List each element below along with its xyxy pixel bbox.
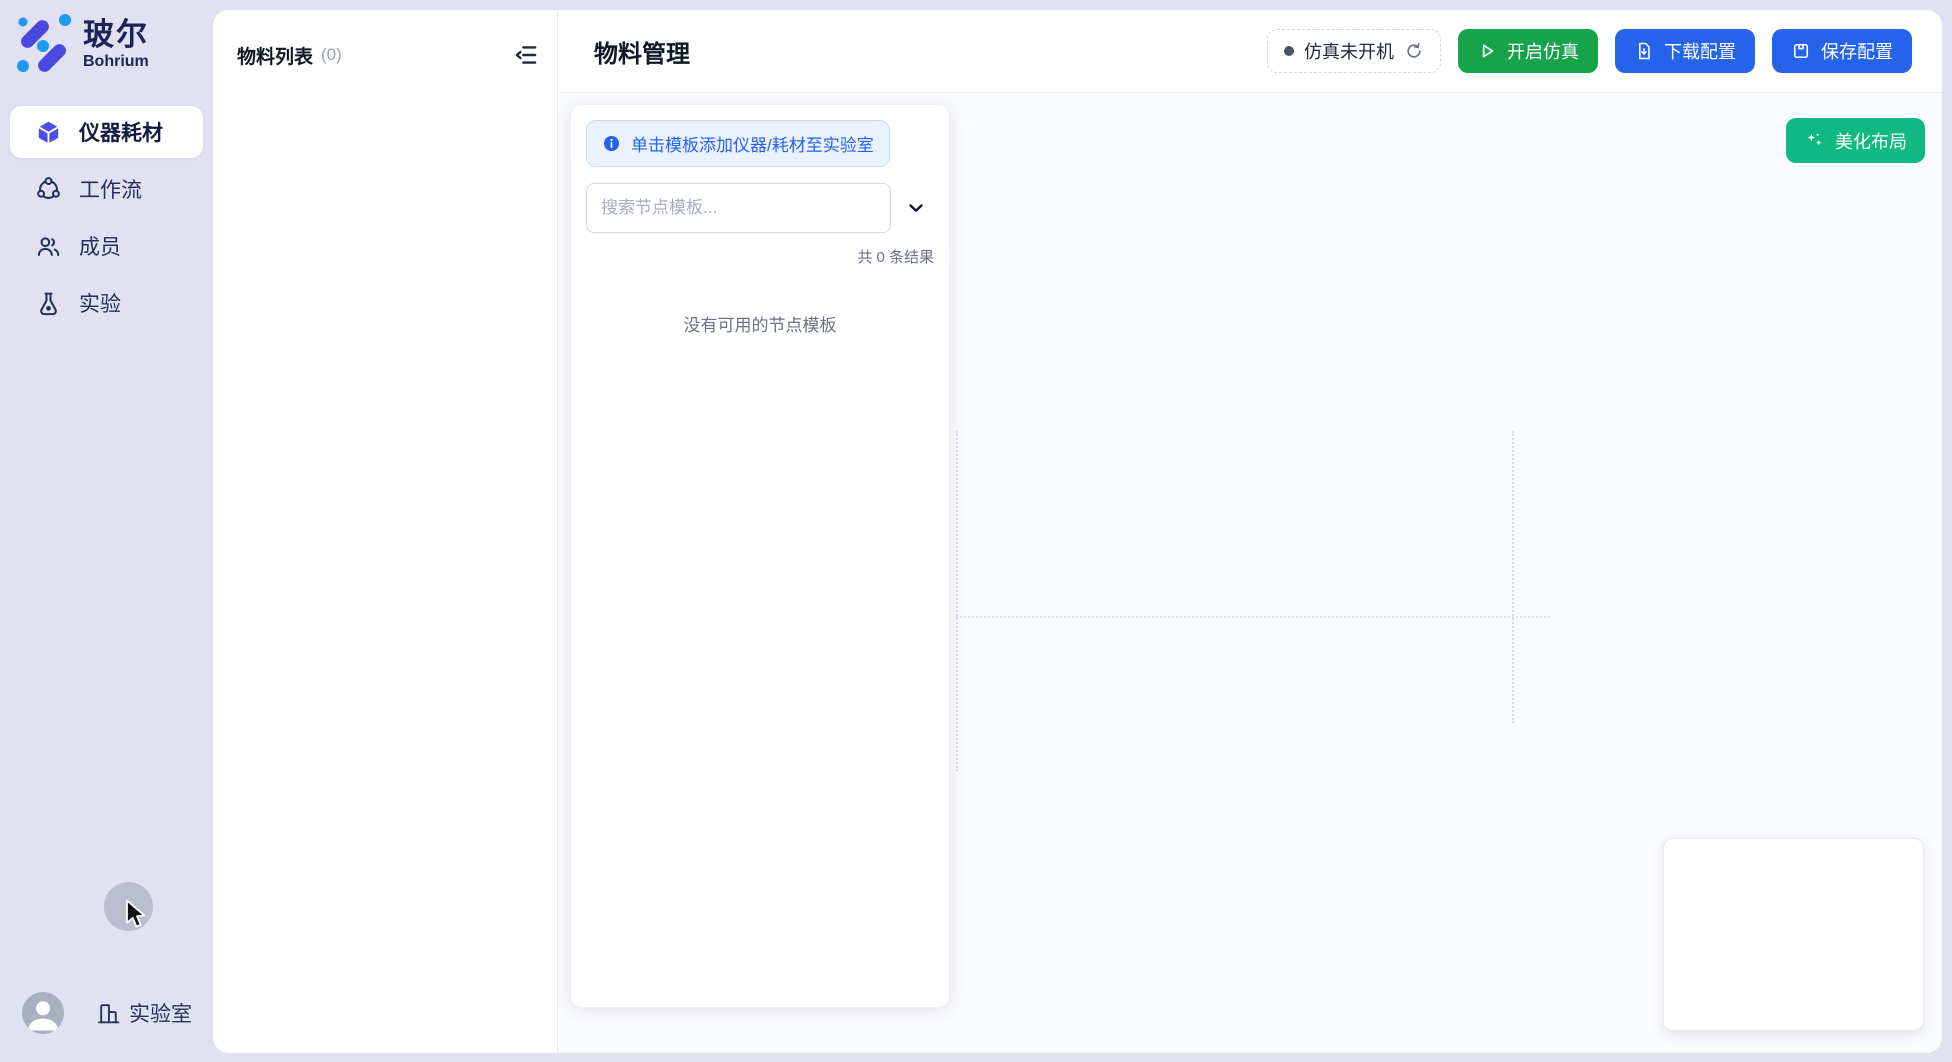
expand-filters-button[interactable] bbox=[901, 193, 931, 223]
experiment-icon bbox=[35, 290, 62, 317]
simulation-status-pill: 仿真未开机 bbox=[1267, 29, 1441, 73]
start-simulation-button[interactable]: 开启仿真 bbox=[1458, 29, 1598, 73]
main-area: 物料管理 仿真未开机 bbox=[558, 10, 1942, 1053]
page-title: 物料管理 bbox=[594, 34, 690, 69]
sidebar-item-workflow[interactable]: 工作流 bbox=[10, 163, 203, 215]
sidebar-nav: 仪器耗材 工作流 成员 bbox=[10, 106, 203, 334]
status-label: 仿真未开机 bbox=[1304, 38, 1394, 64]
status-dot-icon bbox=[1284, 46, 1294, 56]
workflow-icon bbox=[35, 176, 62, 203]
sidebar-item-label: 仪器耗材 bbox=[79, 117, 163, 147]
sidebar-item-members[interactable]: 成员 bbox=[10, 220, 203, 272]
canvas-guide-line bbox=[1512, 431, 1514, 723]
building-icon bbox=[96, 1001, 121, 1026]
save-config-button[interactable]: 保存配置 bbox=[1772, 29, 1912, 73]
minimap[interactable] bbox=[1663, 838, 1924, 1031]
person-icon bbox=[22, 992, 64, 1034]
download-config-button[interactable]: 下载配置 bbox=[1615, 29, 1755, 73]
materials-list-panel: 物料列表 (0) bbox=[213, 10, 558, 1053]
canvas-guide-line bbox=[956, 616, 1550, 618]
save-icon bbox=[1791, 41, 1811, 61]
info-icon bbox=[602, 134, 621, 153]
node-template-panel: 单击模板添加仪器/耗材至实验室 共 0 条结果 没有可用的节点模板 bbox=[570, 104, 950, 1008]
sidebar-item-instruments[interactable]: 仪器耗材 bbox=[10, 106, 203, 158]
canvas-guide-line bbox=[956, 431, 958, 771]
sidebar-footer: 实验室 bbox=[22, 992, 192, 1034]
materials-list-count: (0) bbox=[321, 45, 342, 65]
content-container: 物料列表 (0) 物料管理 仿真未开机 bbox=[213, 10, 1942, 1053]
collapse-panel-button[interactable] bbox=[511, 40, 541, 70]
materials-list-title: 物料列表 bbox=[237, 42, 313, 69]
header-controls: 仿真未开机 开启仿真 bbox=[1267, 29, 1912, 73]
bohrium-logo-icon bbox=[15, 14, 73, 76]
logo: 玻尔 Bohrium bbox=[15, 14, 149, 76]
beautify-layout-label: 美化布局 bbox=[1835, 128, 1907, 154]
flow-canvas[interactable]: 单击模板添加仪器/耗材至实验室 共 0 条结果 没有可用的节点模板 bbox=[558, 94, 1942, 1053]
avatar[interactable] bbox=[22, 992, 64, 1034]
sidebar-item-experiment[interactable]: 实验 bbox=[10, 277, 203, 329]
search-input[interactable] bbox=[586, 183, 891, 233]
app-root: 玻尔 Bohrium 仪器耗材 工作流 bbox=[0, 0, 1952, 1062]
refresh-status-button[interactable] bbox=[1404, 41, 1424, 61]
sparkles-icon bbox=[1804, 130, 1825, 151]
logo-title: 玻尔 bbox=[83, 19, 149, 52]
lab-switcher[interactable]: 实验室 bbox=[96, 998, 192, 1028]
file-download-icon bbox=[1634, 41, 1654, 61]
materials-list-header: 物料列表 (0) bbox=[213, 10, 557, 70]
play-icon bbox=[1477, 41, 1497, 61]
sidebar-item-label: 实验 bbox=[79, 288, 121, 318]
template-hint-banner: 单击模板添加仪器/耗材至实验室 bbox=[586, 120, 890, 167]
save-config-label: 保存配置 bbox=[1821, 38, 1893, 64]
chevron-down-icon bbox=[905, 197, 927, 219]
sidebar-item-label: 成员 bbox=[79, 231, 121, 261]
download-config-label: 下载配置 bbox=[1664, 38, 1736, 64]
refresh-icon bbox=[1404, 41, 1424, 61]
cube-icon bbox=[35, 119, 62, 146]
menu-fold-icon bbox=[513, 42, 539, 68]
empty-templates-text: 没有可用的节点模板 bbox=[586, 311, 934, 336]
beautify-layout-button[interactable]: 美化布局 bbox=[1786, 118, 1925, 163]
template-search-row bbox=[586, 183, 934, 233]
logo-subtitle: Bohrium bbox=[83, 53, 149, 71]
result-count: 共 0 条结果 bbox=[586, 246, 934, 267]
start-simulation-label: 开启仿真 bbox=[1507, 38, 1579, 64]
lab-label: 实验室 bbox=[129, 998, 192, 1028]
cursor-pointer bbox=[125, 899, 151, 929]
template-hint-text: 单击模板添加仪器/耗材至实验室 bbox=[631, 131, 874, 156]
main-header: 物料管理 仿真未开机 bbox=[558, 10, 1942, 93]
members-icon bbox=[35, 233, 62, 260]
sidebar-item-label: 工作流 bbox=[79, 174, 142, 204]
